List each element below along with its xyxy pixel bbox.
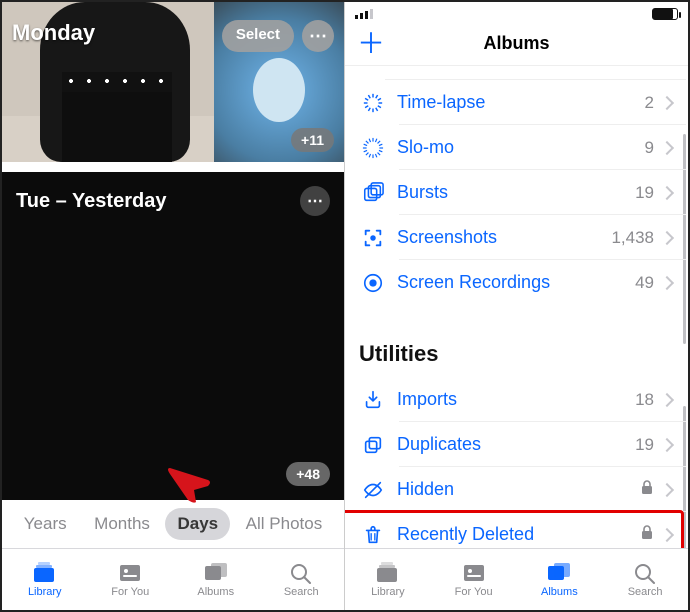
- status-bar: [345, 2, 688, 22]
- lock-icon: [640, 479, 654, 500]
- tab-for-you[interactable]: For You: [431, 549, 517, 610]
- segment-days[interactable]: Days: [165, 508, 230, 540]
- screenshots-icon: [359, 224, 387, 252]
- list-item-label: Bursts: [397, 182, 635, 203]
- list-item[interactable]: Time-lapse2: [359, 80, 686, 125]
- screenrec-icon: [359, 269, 387, 297]
- list-item-label: Duplicates: [397, 434, 635, 455]
- signal-icon: [355, 9, 373, 19]
- list-item-label: Imports: [397, 389, 635, 410]
- list-item[interactable]: Bursts19: [359, 170, 686, 215]
- list-item-count: 9: [645, 138, 654, 158]
- day-header-tuesday: Tue – Yesterday: [16, 190, 166, 213]
- timelapse-icon: [359, 89, 387, 117]
- for-you-icon: [117, 562, 143, 584]
- tab-search[interactable]: Search: [259, 549, 345, 610]
- battery-icon: [652, 8, 678, 20]
- list-item-count: 19: [635, 183, 654, 203]
- list-item[interactable]: Slo-mo9: [359, 125, 686, 170]
- segment-years[interactable]: Years: [12, 508, 79, 540]
- list-item[interactable]: Screen Recordings49: [359, 260, 686, 305]
- albums-icon: [203, 562, 229, 584]
- tab-for-you[interactable]: For You: [88, 549, 174, 610]
- select-button[interactable]: Select: [222, 20, 294, 52]
- tab-bar: Library For You Albums Search: [345, 548, 688, 610]
- duplicates-icon: [359, 431, 387, 459]
- photo-count-badge: +48: [286, 462, 330, 486]
- chevron-right-icon: [660, 275, 674, 289]
- chevron-right-icon: [660, 437, 674, 451]
- day-header-monday: Monday: [12, 20, 95, 46]
- list-item-label: Screen Recordings: [397, 272, 635, 293]
- for-you-icon: [461, 562, 487, 584]
- list-item[interactable]: [385, 66, 686, 80]
- tab-bar: Library For You Albums Search: [2, 548, 344, 610]
- day-group-photo-tuesday[interactable]: Tue – Yesterday ⋯ +48: [2, 172, 344, 500]
- imports-icon: [359, 386, 387, 414]
- search-icon: [632, 562, 658, 584]
- chevron-right-icon: [660, 230, 674, 244]
- slomo-icon: [359, 134, 387, 162]
- more-button[interactable]: ⋯: [302, 20, 334, 52]
- list-item[interactable]: Recently Deleted: [359, 512, 686, 548]
- search-icon: [288, 562, 314, 584]
- list-item-label: Time-lapse: [397, 92, 645, 113]
- nav-bar: ＋ Albums: [345, 22, 688, 66]
- tab-library[interactable]: Library: [345, 549, 431, 610]
- tab-albums[interactable]: Albums: [173, 549, 259, 610]
- list-item-count: 1,438: [611, 228, 654, 248]
- list-item[interactable]: Screenshots1,438: [359, 215, 686, 260]
- photo-count-badge: +11: [291, 128, 334, 152]
- list-item[interactable]: Hidden: [359, 467, 686, 512]
- list-item-count: 49: [635, 273, 654, 293]
- tab-library[interactable]: Library: [2, 549, 88, 610]
- list-item[interactable]: Duplicates19: [359, 422, 686, 467]
- segment-all-photos[interactable]: All Photos: [234, 508, 335, 540]
- time-range-segmented-control: Years Months Days All Photos: [2, 500, 344, 548]
- library-icon: [375, 562, 401, 584]
- chevron-right-icon: [660, 482, 674, 496]
- day-group-photo-monday[interactable]: Monday: [2, 2, 214, 162]
- lock-icon: [640, 524, 654, 545]
- tab-search[interactable]: Search: [602, 549, 688, 610]
- page-title: Albums: [483, 33, 549, 54]
- chevron-right-icon: [660, 185, 674, 199]
- library-icon: [32, 562, 58, 584]
- albums-icon: [546, 562, 572, 584]
- chevron-right-icon: [660, 527, 674, 541]
- day-group-thumbnail[interactable]: Select ⋯ +11: [214, 2, 344, 162]
- section-header-utilities: Utilities: [345, 341, 686, 377]
- chevron-right-icon: [660, 392, 674, 406]
- list-item-count: 19: [635, 435, 654, 455]
- list-item-label: Slo-mo: [397, 137, 645, 158]
- list-item-label: Recently Deleted: [397, 524, 640, 545]
- list-item-count: 18: [635, 390, 654, 410]
- trash-icon: [359, 521, 387, 549]
- more-button[interactable]: ⋯: [300, 186, 330, 216]
- bursts-icon: [359, 179, 387, 207]
- chevron-right-icon: [660, 140, 674, 154]
- list-item-label: Hidden: [397, 479, 640, 500]
- add-album-button[interactable]: ＋: [357, 30, 385, 58]
- hidden-icon: [359, 476, 387, 504]
- list-item-count: 2: [645, 93, 654, 113]
- tab-albums[interactable]: Albums: [517, 549, 603, 610]
- list-item[interactable]: Imports18: [359, 377, 686, 422]
- list-item-label: Screenshots: [397, 227, 611, 248]
- chevron-right-icon: [660, 95, 674, 109]
- callout-arrow-icon: [166, 464, 212, 504]
- segment-months[interactable]: Months: [82, 508, 162, 540]
